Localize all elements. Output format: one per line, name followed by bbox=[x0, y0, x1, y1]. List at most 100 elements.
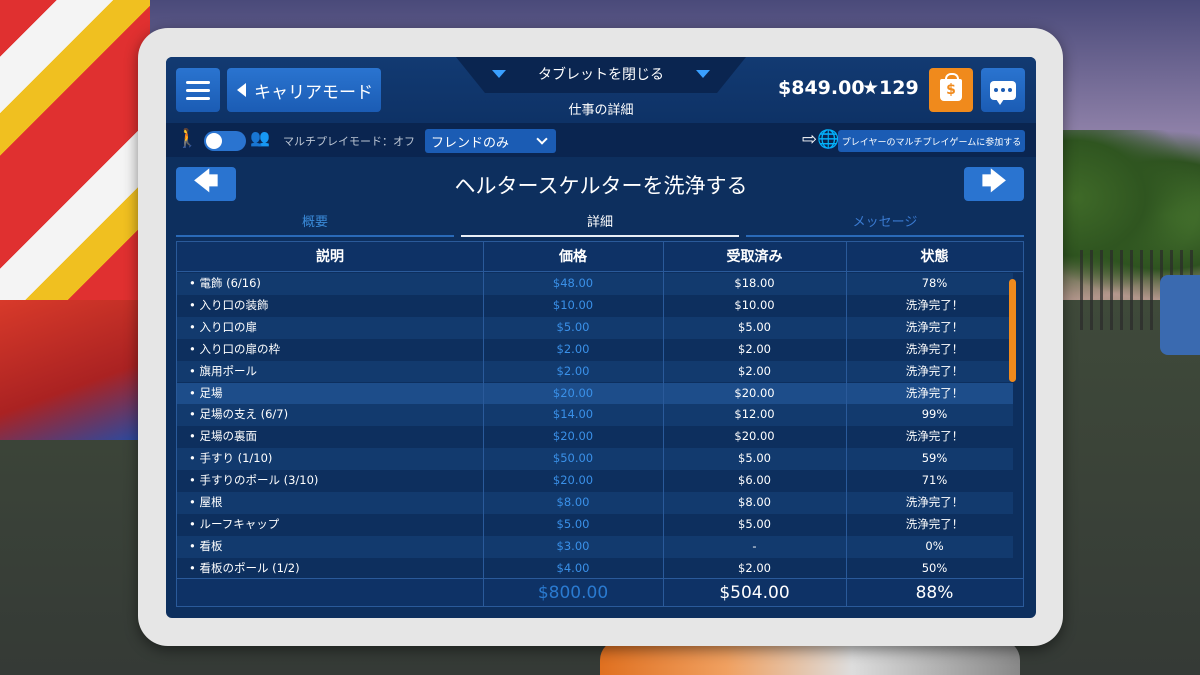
table-row[interactable]: • 電飾 (6/16) $48.00 $18.00 78% bbox=[177, 273, 1013, 295]
row-received: $2.00 bbox=[738, 560, 771, 575]
row-price: $48.00 bbox=[552, 276, 594, 290]
table-row[interactable]: • 看板のポール (1/2) $4.00 $2.00 50% bbox=[177, 558, 1013, 580]
menu-button[interactable] bbox=[176, 68, 220, 112]
career-mode-back-button[interactable]: キャリアモード bbox=[227, 68, 381, 112]
join-multiplayer-button[interactable]: プレイヤーのマルチプレイゲームに参加する bbox=[838, 130, 1025, 152]
row-status: 99% bbox=[921, 407, 948, 422]
row-status: 洗浄完了！ bbox=[905, 495, 964, 509]
table-row[interactable]: • 手すり (1/10) $50.00 $5.00 59% bbox=[177, 448, 1013, 471]
ride-base bbox=[0, 300, 140, 440]
row-description: • 足場の裏面 bbox=[189, 429, 257, 444]
row-received: - bbox=[752, 538, 757, 553]
row-received: $2.00 bbox=[738, 341, 771, 356]
row-status: 0% bbox=[925, 538, 944, 553]
job-details-table: 説明 価格 受取済み 状態 • 電飾 (6/16) $48.00 $18.00 78%… bbox=[176, 241, 1024, 607]
back-button-label: キャリアモード bbox=[254, 82, 373, 103]
row-price: $20.00 bbox=[552, 385, 594, 400]
table-row[interactable]: • 屋根 $8.00 $8.00 洗浄完了！ bbox=[177, 492, 1013, 514]
row-received: $20.00 bbox=[734, 429, 775, 444]
tablet-screen: キャリアモード タブレットを閉じる 仕事の詳細 $849.00 ★129 $ 🚶… bbox=[166, 57, 1036, 618]
row-price: $20.00 bbox=[552, 429, 594, 444]
row-price: $5.00 bbox=[556, 516, 590, 531]
table-row[interactable]: • 旗用ポール $2.00 $2.00 洗浄完了！ bbox=[177, 360, 1013, 383]
row-price: $4.00 bbox=[556, 560, 590, 575]
job-title: ヘルタースケルターを洗浄する bbox=[454, 174, 748, 198]
row-status: 洗浄完了！ bbox=[905, 319, 964, 334]
close-tablet-tab[interactable]: タブレットを閉じる 仕事の詳細 bbox=[456, 57, 746, 123]
tab-messages[interactable]: メッセージ bbox=[746, 211, 1024, 237]
row-price: $2.00 bbox=[556, 363, 590, 378]
arrow-left-icon: 🡄 bbox=[193, 166, 219, 195]
prev-job-button[interactable]: 🡄 bbox=[176, 167, 236, 201]
row-description: • 入り口の装飾 bbox=[189, 297, 269, 312]
money-balance: $849.00 bbox=[778, 77, 865, 99]
page-subtitle: 仕事の詳細 bbox=[568, 103, 634, 118]
row-status: 洗浄完了！ bbox=[905, 429, 964, 444]
row-received: $5.00 bbox=[738, 319, 771, 334]
row-price: $50.00 bbox=[552, 451, 594, 466]
row-status: 洗浄完了！ bbox=[905, 516, 964, 531]
row-price: $5.00 bbox=[556, 319, 590, 334]
table-body[interactable]: • 電飾 (6/16) $48.00 $18.00 78% • 入り口の装飾 $10.00… bbox=[177, 273, 1023, 580]
next-job-button[interactable]: 🡆 bbox=[964, 167, 1024, 201]
row-description: • 入り口の扉の枠 bbox=[189, 341, 280, 356]
row-received: $6.00 bbox=[738, 473, 771, 488]
row-status: 洗浄完了！ bbox=[905, 341, 964, 356]
row-price: $20.00 bbox=[552, 473, 594, 488]
chat-bubble-icon bbox=[990, 80, 1016, 105]
close-tablet-label: タブレットを閉じる bbox=[538, 67, 664, 83]
table-row[interactable]: • 手すりのポール (3/10) $20.00 $6.00 71% bbox=[177, 470, 1013, 492]
table-scrollbar[interactable] bbox=[1009, 279, 1016, 382]
star-count: ★129 bbox=[862, 77, 919, 99]
row-description: • 看板のポール (1/2) bbox=[189, 560, 300, 575]
table-row[interactable]: • 看板 $3.00 - 0% bbox=[177, 535, 1013, 558]
table-row[interactable]: • 足場の裏面 $20.00 $20.00 洗浄完了！ bbox=[177, 426, 1013, 448]
table-totals: $800.00 $504.00 88% bbox=[177, 578, 1023, 606]
header-received: 受取済み bbox=[726, 249, 783, 265]
row-price: $2.00 bbox=[556, 341, 590, 356]
total-price: $800.00 bbox=[537, 583, 609, 603]
chevron-down-icon bbox=[536, 133, 548, 145]
row-description: • 旗用ポール bbox=[189, 363, 257, 378]
row-received: $12.00 bbox=[734, 407, 775, 422]
table-header: 説明 価格 受取済み 状態 bbox=[177, 242, 1023, 272]
row-status: 78% bbox=[921, 276, 948, 290]
header-description: 説明 bbox=[316, 249, 344, 265]
multiplayer-toggle[interactable] bbox=[204, 131, 246, 151]
group-walking-icon: 👥 bbox=[250, 128, 270, 147]
row-status: 50% bbox=[921, 560, 948, 575]
multiplayer-mode-label: マルチプレイモード：オフ bbox=[283, 135, 415, 148]
table-row[interactable]: • 足場の支え (6/7) $14.00 $12.00 99% bbox=[177, 404, 1013, 427]
row-price: $8.00 bbox=[556, 495, 590, 509]
column-divider bbox=[663, 242, 664, 606]
total-status: 88% bbox=[915, 583, 954, 603]
header-status: 状態 bbox=[920, 249, 949, 265]
chat-button[interactable] bbox=[981, 68, 1025, 112]
hamburger-icon bbox=[186, 80, 210, 100]
shopping-bag-icon: $ bbox=[940, 73, 962, 101]
table-row[interactable]: • ルーフキャップ $5.00 $5.00 洗浄完了！ bbox=[177, 514, 1013, 536]
tab-detail[interactable]: 詳細 bbox=[461, 211, 739, 237]
row-received: $5.00 bbox=[738, 451, 771, 466]
row-price: $10.00 bbox=[552, 297, 594, 312]
multiplayer-bar: 🚶 👥 マルチプレイモード：オフ フレンドのみ ⇨🌐 プレイヤーのマルチプレイゲ… bbox=[166, 123, 1036, 157]
shop-button[interactable]: $ bbox=[929, 68, 973, 112]
row-description: • ルーフキャップ bbox=[189, 516, 280, 531]
row-received: $8.00 bbox=[738, 495, 771, 509]
row-status: 洗浄完了！ bbox=[905, 385, 964, 400]
arrow-right-icon: 🡆 bbox=[981, 166, 1007, 195]
triangle-left-icon bbox=[237, 83, 246, 97]
tab-overview[interactable]: 概要 bbox=[176, 211, 454, 237]
table-row[interactable]: • 入り口の装飾 $10.00 $10.00 洗浄完了！ bbox=[177, 295, 1013, 317]
table-row[interactable]: • 入り口の扉の枠 $2.00 $2.00 洗浄完了！ bbox=[177, 339, 1013, 361]
total-received: $504.00 bbox=[719, 583, 790, 603]
row-status: 洗浄完了！ bbox=[905, 297, 964, 312]
row-description: • 足場 bbox=[189, 385, 223, 400]
friends-only-select[interactable]: フレンドのみ bbox=[425, 129, 556, 153]
row-description: • 看板 bbox=[189, 538, 223, 553]
table-row[interactable]: • 入り口の扉 $5.00 $5.00 洗浄完了！ bbox=[177, 316, 1013, 339]
row-status: 71% bbox=[921, 473, 948, 488]
row-received: $2.00 bbox=[738, 363, 771, 378]
row-description: • 入り口の扉 bbox=[189, 319, 257, 334]
table-row[interactable]: • 足場 $20.00 $20.00 洗浄完了！ bbox=[177, 382, 1013, 405]
